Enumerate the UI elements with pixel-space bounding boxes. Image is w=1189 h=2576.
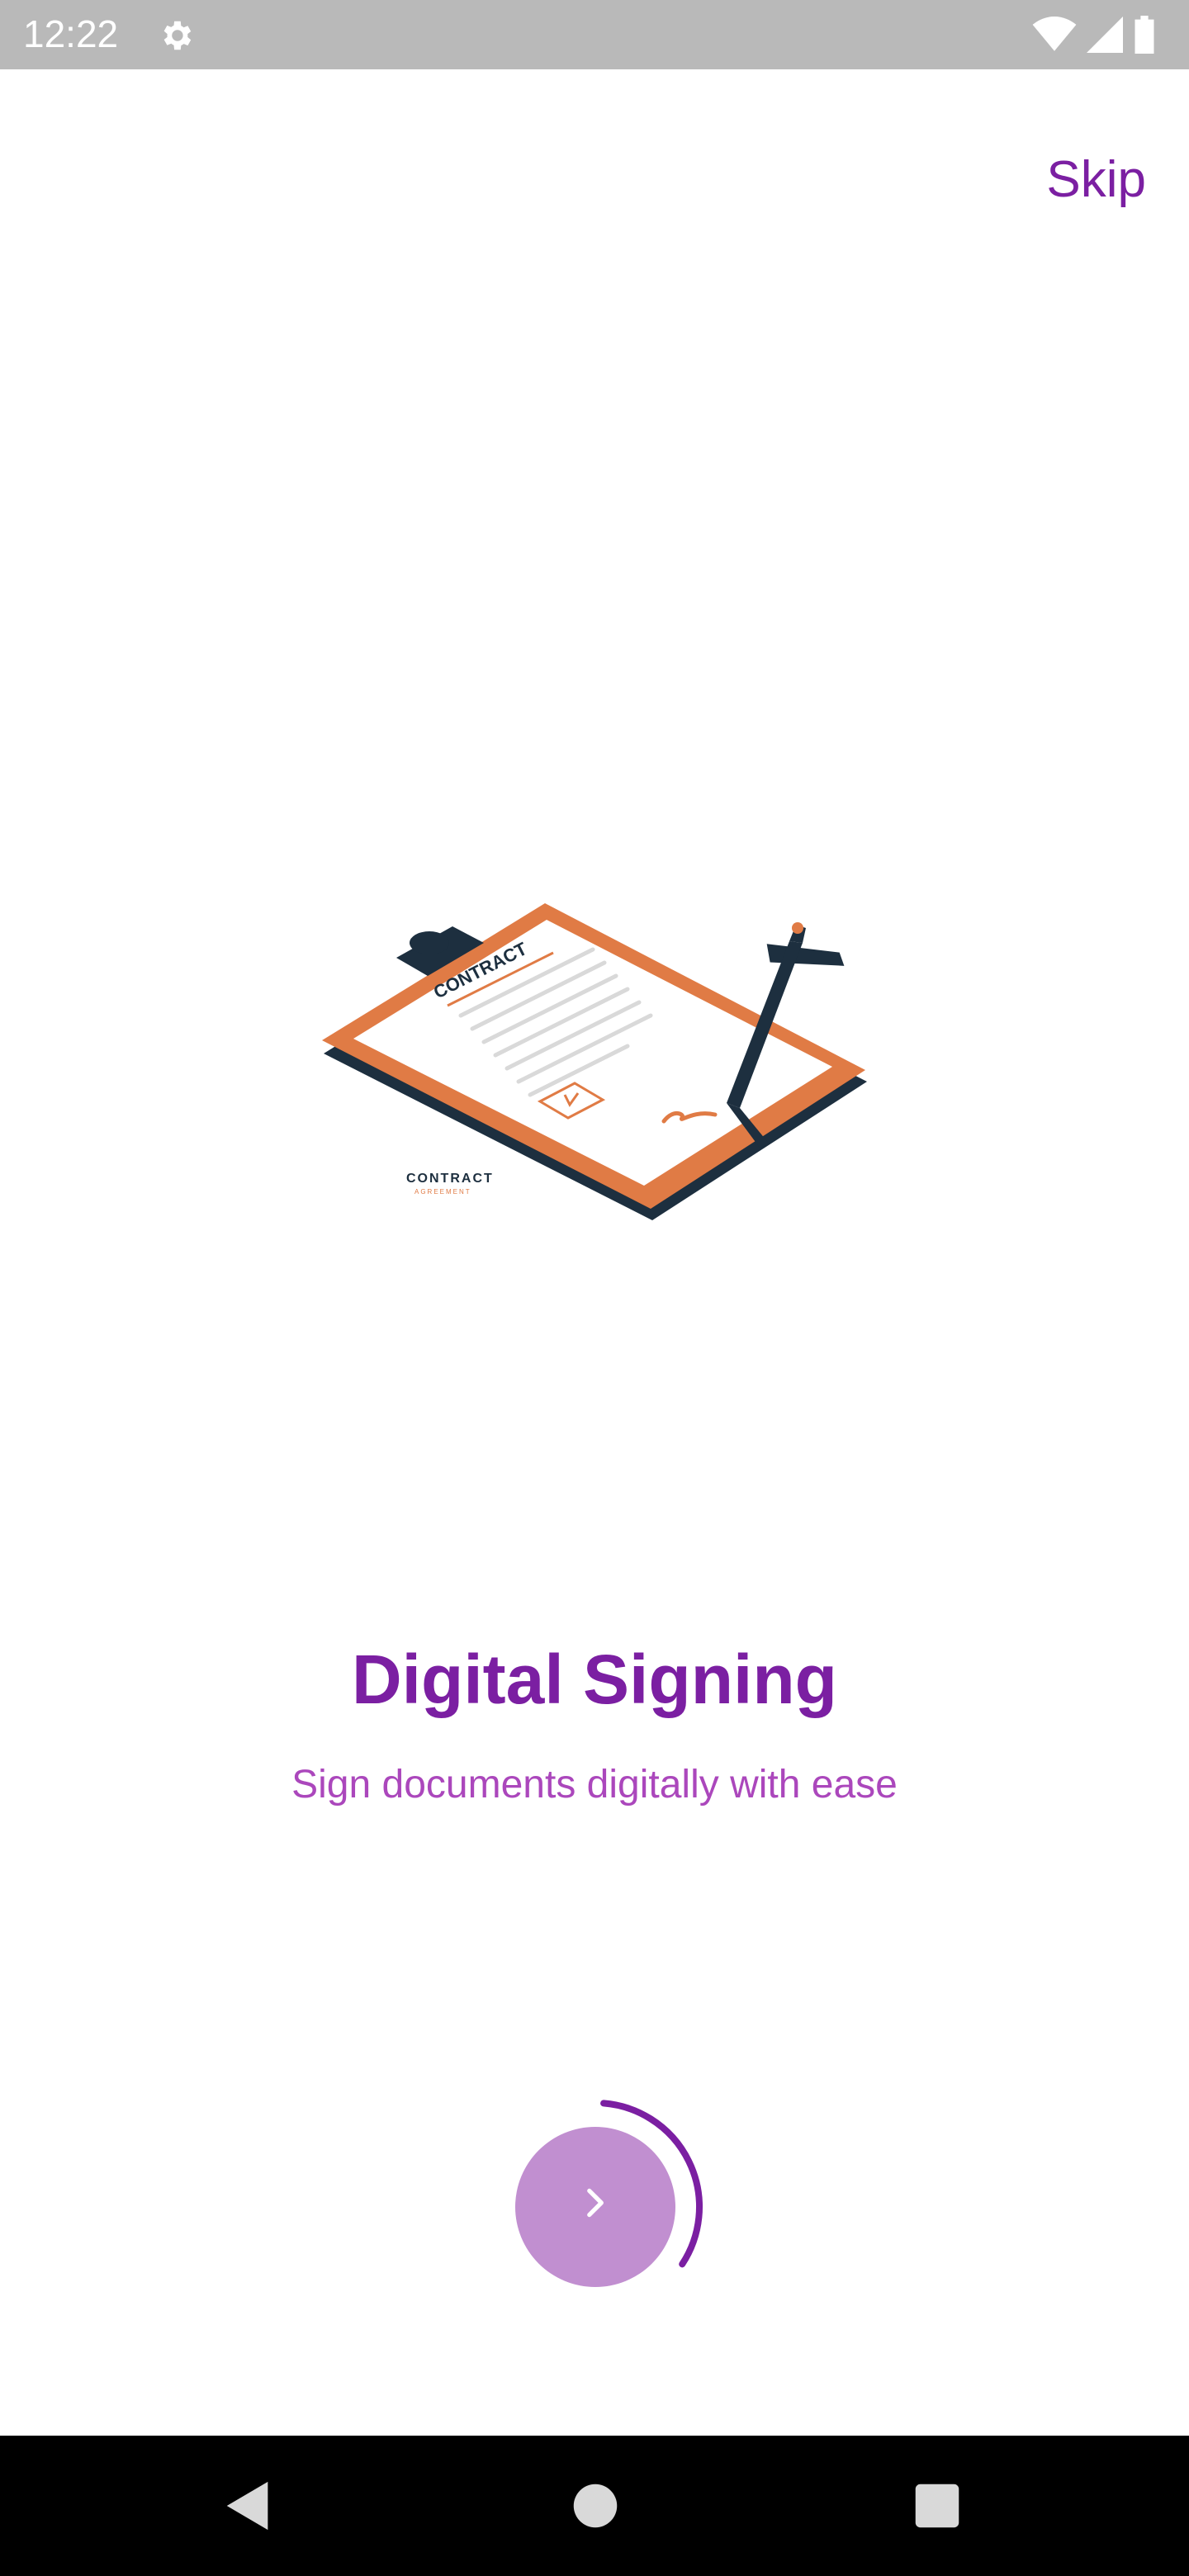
- contract-footer-text: CONTRACT: [406, 1172, 494, 1186]
- battery-icon: [1135, 16, 1154, 54]
- page-title: Digital Signing: [352, 1641, 837, 1718]
- status-bar: 12:22: [0, 0, 1189, 69]
- onboarding-screen: 12:22 Skip CONTRACT CONTRACT AGREEMENT D…: [0, 0, 1189, 2576]
- contract-footer-subtext: AGREEMENT: [414, 1188, 471, 1196]
- contract-clipboard-illustration: CONTRACT CONTRACT AGREEMENT: [322, 903, 867, 1220]
- next-button-group: [495, 2081, 727, 2312]
- recent-apps-icon[interactable]: [908, 2477, 966, 2535]
- navigation-bar: [0, 2436, 1189, 2576]
- status-icons: [1032, 15, 1156, 54]
- status-time: 12:22: [23, 12, 119, 55]
- page-subtitle: Sign documents digitally with ease: [291, 1763, 898, 1807]
- settings-icon: [163, 21, 192, 50]
- back-icon[interactable]: [220, 2477, 277, 2535]
- home-icon[interactable]: [566, 2477, 624, 2535]
- wifi-icon: [1032, 17, 1077, 51]
- chevron-right-icon: [587, 2188, 604, 2218]
- signal-icon: [1087, 17, 1123, 53]
- skip-button[interactable]: Skip: [1046, 150, 1146, 209]
